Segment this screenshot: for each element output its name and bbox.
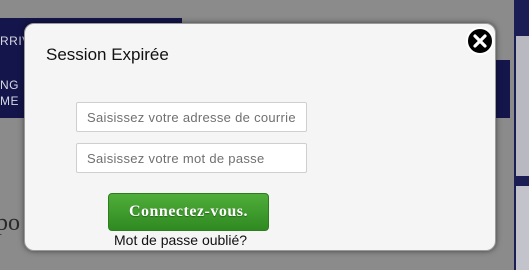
session-expired-dialog: Session Expirée Connectez-vous. Mot de p… (24, 23, 496, 251)
password-field[interactable] (76, 143, 307, 173)
close-circle-icon (466, 27, 494, 55)
background-partial-text: po (0, 210, 20, 236)
forgot-password-link[interactable]: Mot de passe oublié? (114, 232, 247, 248)
dialog-title: Session Expirée (46, 45, 169, 64)
background-nav-text: ME (0, 94, 19, 108)
email-field[interactable] (76, 102, 307, 132)
close-button[interactable] (466, 27, 494, 55)
background-right-panel (516, 36, 529, 176)
background-nav-text: NG (0, 78, 19, 92)
background-right-panel (516, 186, 529, 270)
login-button[interactable]: Connectez-vous. (108, 193, 269, 231)
